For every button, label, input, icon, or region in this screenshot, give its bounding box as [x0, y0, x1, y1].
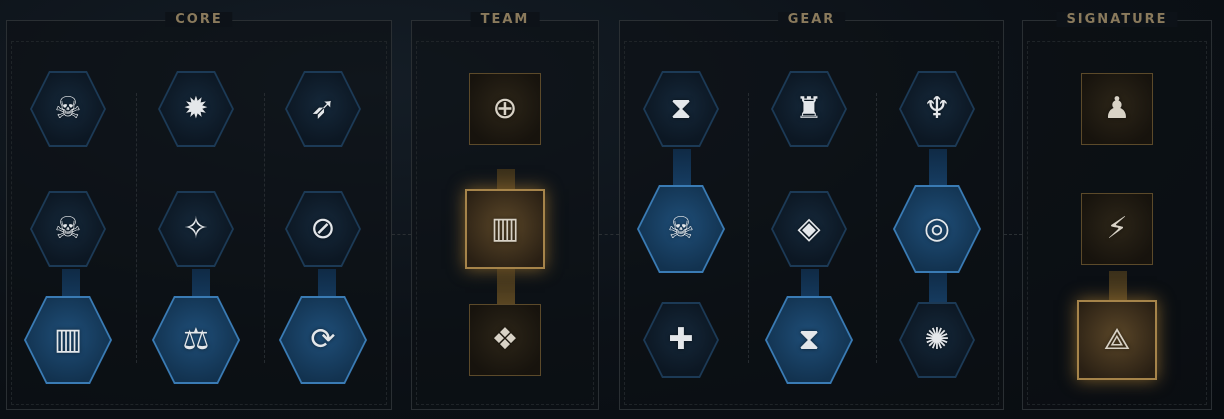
node-link	[929, 149, 947, 185]
team-skill-node-1[interactable]: ⊕	[469, 73, 541, 145]
target-cycle-icon: ◎	[923, 211, 951, 246]
boot-strike-icon: ➶	[310, 91, 336, 126]
helix-burst-icon: ✧	[183, 211, 209, 246]
shield-plus-icon: ✚	[668, 322, 694, 357]
explosion-icon: ✺	[924, 322, 950, 357]
node-link	[929, 269, 947, 305]
core-title: CORE	[165, 12, 233, 27]
weapon-reload-icon: ⟳	[310, 322, 336, 357]
armor-shield-icon: ♜	[795, 91, 823, 126]
squad-barricade-icon: ▥	[53, 322, 83, 357]
charge-weapon-icon: ⚡	[1106, 211, 1128, 246]
hourglass-plus-icon: ⧗	[798, 322, 820, 357]
team-title: TEAM	[470, 12, 540, 27]
panel-connector	[599, 234, 619, 235]
signature-skill-node-3[interactable]: ⟁	[1077, 300, 1157, 380]
node-link	[497, 269, 515, 305]
squad-barricade-icon: ☠	[667, 211, 695, 246]
hourglass-shield-icon: ⧗	[670, 91, 692, 126]
column-divider	[264, 93, 266, 363]
signature-title: SIGNATURE	[1056, 12, 1178, 27]
squad-ammo-icon: ☠	[54, 211, 82, 246]
team-skill-node-3[interactable]: ❖	[469, 304, 541, 376]
rotating-shield-icon: ◈	[797, 211, 821, 246]
barricade-upgrade-icon: ▥	[490, 211, 520, 246]
node-link	[673, 149, 691, 185]
team-target-icon: ⊕	[492, 91, 518, 126]
emblem-icon: ⟁	[1103, 322, 1131, 357]
panel-connector	[1004, 234, 1022, 235]
rank-wings-icon: ♆	[923, 91, 951, 126]
team-skill-node-2[interactable]: ▥	[465, 189, 545, 269]
signature-skill-node-2[interactable]: ⚡	[1081, 193, 1153, 265]
gear-title: GEAR	[777, 12, 846, 27]
panel-connector	[392, 234, 411, 235]
squad-defense-icon: ☠	[54, 91, 82, 126]
column-divider	[136, 93, 138, 363]
no-melee-icon: ⊘	[310, 211, 336, 246]
power-armor-icon: ♟	[1103, 91, 1131, 126]
flame-upgrade-icon: ✹	[183, 91, 209, 126]
signature-skill-node-1[interactable]: ♟	[1081, 73, 1153, 145]
column-divider	[876, 93, 878, 363]
winged-helix-icon: ❖	[491, 322, 519, 357]
helix-weight-icon: ⚖	[182, 322, 210, 357]
column-divider	[748, 93, 750, 363]
